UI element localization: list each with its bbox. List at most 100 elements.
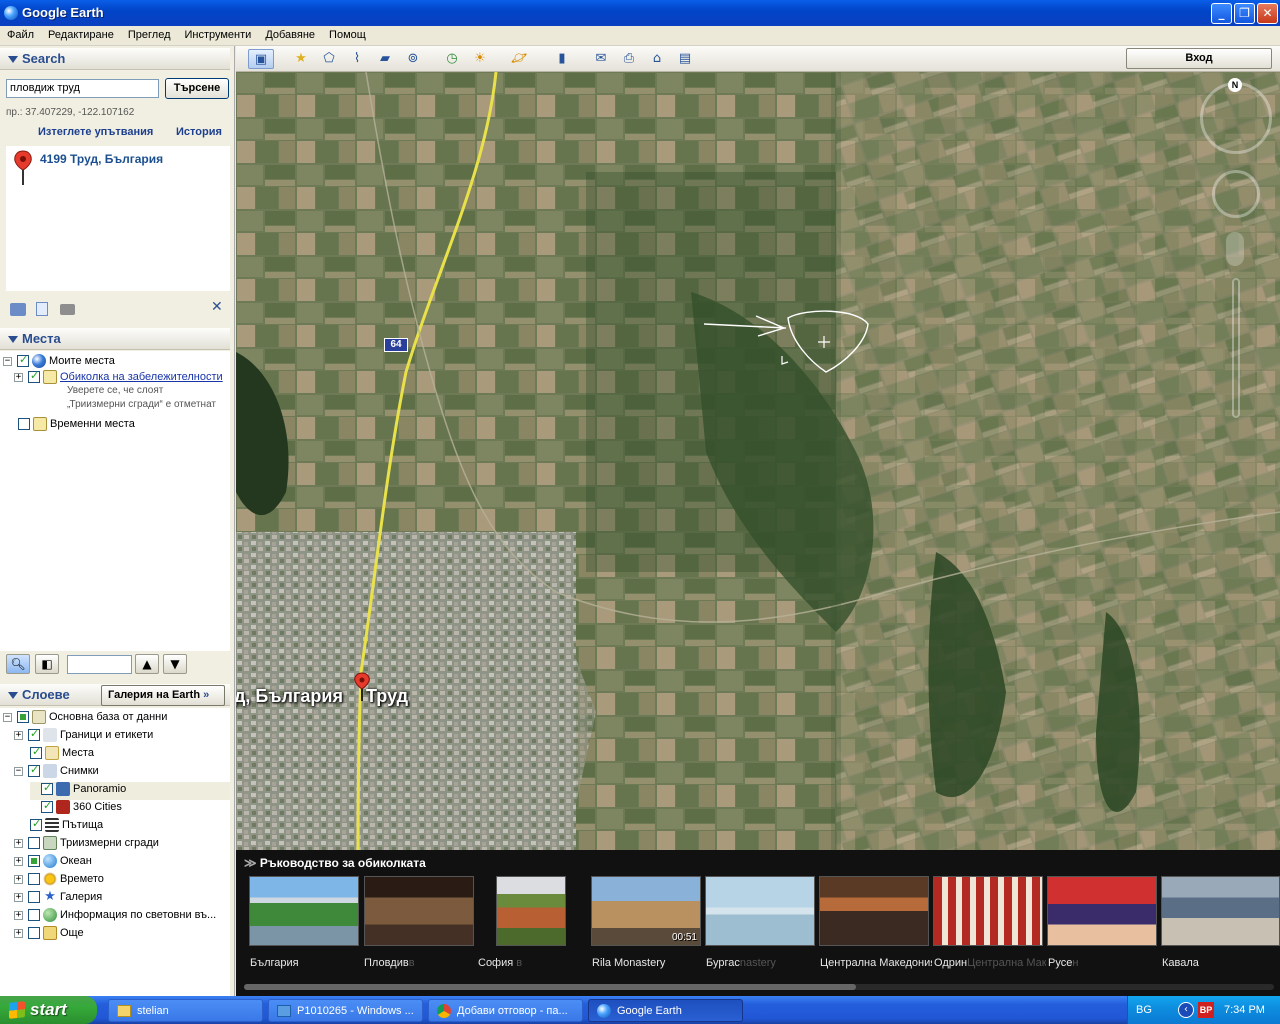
checkbox[interactable]	[41, 781, 53, 795]
menu-tools[interactable]: Инструменти	[177, 26, 258, 44]
move-up-icon[interactable]: ▲	[135, 654, 159, 674]
menu-edit[interactable]: Редактиране	[41, 26, 121, 44]
look-joystick[interactable]	[1200, 82, 1272, 154]
menu-add[interactable]: Добавяне	[258, 26, 322, 44]
tour-caption-kavala[interactable]: Кавала	[1162, 957, 1274, 969]
history-link[interactable]: История	[176, 126, 222, 138]
checkbox[interactable]	[41, 799, 53, 813]
add-placemark-icon[interactable]: ★	[290, 49, 312, 69]
layer-3d-buildings[interactable]: + Триизмерни сгради	[14, 836, 159, 854]
minimize-button[interactable]: _	[1211, 3, 1232, 24]
checkbox[interactable]	[30, 817, 42, 831]
directions-link[interactable]: Изтеглете упътвания	[38, 126, 153, 138]
checkbox[interactable]	[28, 837, 40, 849]
checkbox[interactable]	[17, 353, 29, 367]
save-image-icon[interactable]: ▤	[674, 49, 696, 69]
tour-thumbnail-edirne[interactable]	[933, 876, 1043, 946]
tour-caption-bulgaria[interactable]: България	[250, 957, 362, 969]
checkbox[interactable]	[28, 873, 40, 885]
tour-thumbnail-plovdiv[interactable]	[364, 876, 474, 946]
search-result-title[interactable]: 4199 Труд, България	[40, 152, 163, 166]
email-icon[interactable]: ✉	[590, 49, 612, 69]
places-search-field[interactable]	[67, 655, 132, 674]
checkbox[interactable]	[28, 909, 40, 921]
menu-view[interactable]: Преглед	[121, 26, 178, 44]
places-panel-header[interactable]: Места	[0, 328, 230, 350]
expand-toggle-icon[interactable]: +	[14, 856, 23, 866]
print-icon[interactable]: ⎙	[618, 49, 640, 69]
tour-thumbnail-sofia[interactable]	[496, 876, 566, 946]
menu-file[interactable]: Файл	[0, 26, 41, 44]
start-button[interactable]: start	[0, 996, 97, 1024]
sunlight-icon[interactable]: ☀	[469, 49, 491, 69]
layer-photos[interactable]: −Снимки	[14, 763, 99, 782]
record-tour-icon[interactable]: ⊚	[402, 49, 424, 69]
tour-caption-edirne[interactable]: ОдринЦентрална Македони	[934, 957, 1046, 969]
checkbox[interactable]	[18, 418, 30, 430]
clear-results-icon[interactable]: ✕	[211, 299, 223, 315]
tour-caption-ruse[interactable]: Русен	[1048, 957, 1160, 969]
move-down-icon[interactable]: ▼	[163, 654, 187, 674]
tour-guide-header[interactable]: ≫ Ръководство за обиколката	[244, 856, 426, 870]
expand-toggle-icon[interactable]: +	[14, 730, 23, 740]
layer-borders-labels[interactable]: +Граници и етикети	[14, 727, 153, 746]
taskbar-item-google-earth[interactable]: Google Earth	[588, 999, 743, 1022]
search-button[interactable]: Търсене	[165, 78, 229, 99]
collapse-triangle-icon[interactable]	[8, 692, 18, 700]
layer-roads[interactable]: Пътища	[30, 817, 103, 836]
layer-gallery[interactable]: + ★ Галерия	[14, 890, 102, 908]
search-input[interactable]: пловдиж труд	[6, 79, 159, 98]
expand-toggle-icon[interactable]: +	[14, 928, 23, 938]
tour-caption-plovdiv[interactable]: Пловдивв	[364, 957, 476, 969]
tree-item-temporary-places[interactable]: Временни места	[18, 417, 135, 435]
language-indicator[interactable]: BG	[1136, 1004, 1152, 1016]
checkbox[interactable]	[28, 727, 40, 741]
search-panel-header[interactable]: Search	[0, 48, 230, 70]
tray-app-icon[interactable]: ВР	[1198, 1002, 1214, 1018]
tour-thumbnail-rila-monastery[interactable]: 00:51	[591, 876, 701, 946]
layer-weather[interactable]: + Времето	[14, 872, 104, 890]
layer-global-awareness[interactable]: + Информация по световни въ...	[14, 908, 216, 926]
layer-panoramio[interactable]: Panoramio	[30, 781, 230, 800]
layer-ocean[interactable]: + Океан	[14, 854, 92, 872]
taskbar-item-chrome[interactable]: Добави отговор - па...	[428, 999, 583, 1022]
sign-in-button[interactable]: Вход	[1126, 48, 1272, 69]
tour-scrollbar-thumb[interactable]	[244, 984, 856, 990]
historical-imagery-icon[interactable]: ◷	[441, 49, 463, 69]
tour-thumbnail-kavala[interactable]	[1161, 876, 1280, 946]
checkbox[interactable]	[28, 369, 40, 383]
tour-thumbnail-central-macedonia[interactable]	[819, 876, 929, 946]
checkbox[interactable]	[30, 745, 42, 759]
search-places-icon[interactable]: 🔍︎	[6, 654, 30, 674]
ruler-icon[interactable]: ▮	[551, 49, 573, 69]
expand-toggle-icon[interactable]: +	[14, 838, 23, 848]
tour-caption-sofia[interactable]: София в	[478, 957, 590, 969]
red-pin-icon[interactable]	[12, 150, 34, 186]
tour-caption-central-macedonia[interactable]: Централна Македония	[820, 957, 932, 969]
checkbox[interactable]	[28, 927, 40, 939]
checkbox[interactable]	[28, 891, 40, 903]
collapse-triangle-icon[interactable]	[8, 56, 18, 64]
layer-more[interactable]: + Още	[14, 926, 84, 944]
north-compass-icon[interactable]: N	[1228, 78, 1242, 92]
copy-icon[interactable]	[36, 302, 48, 316]
collapse-toggle-icon[interactable]: −	[3, 356, 12, 366]
add-polygon-icon[interactable]: ⬠	[318, 49, 340, 69]
taskbar-item-photo-viewer[interactable]: P1010265 - Windows ...	[268, 999, 423, 1022]
taskbar-item-stelian[interactable]: stelian	[108, 999, 263, 1022]
tour-thumbnail-ruse[interactable]	[1047, 876, 1157, 946]
expand-toggle-icon[interactable]: +	[14, 874, 23, 884]
earth-gallery-button[interactable]: Галерия на Earth »	[101, 685, 225, 706]
add-to-places-icon[interactable]	[10, 303, 26, 316]
tour-thumbnail-bulgaria[interactable]	[249, 876, 359, 946]
tour-thumbnail-burgas[interactable]	[705, 876, 815, 946]
earth-map-view[interactable]: 64 д, България Труд N	[236, 72, 1280, 850]
toggle-panel-icon[interactable]: ◧	[35, 654, 59, 674]
move-joystick[interactable]	[1212, 170, 1260, 218]
layer-places[interactable]: Места	[30, 745, 94, 764]
layer-360-cities[interactable]: 360 Cities	[41, 799, 122, 818]
checkbox[interactable]	[28, 855, 40, 867]
chevron-left-icon[interactable]: ‹	[1178, 1002, 1194, 1018]
expand-toggle-icon[interactable]: +	[14, 892, 23, 902]
expand-toggle-icon[interactable]: +	[14, 910, 23, 920]
